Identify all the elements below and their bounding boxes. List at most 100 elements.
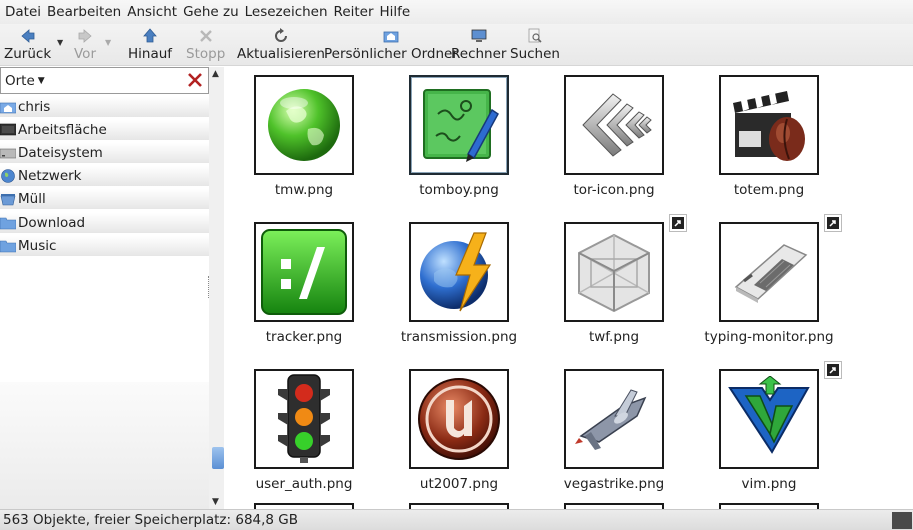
computer-button[interactable]: Rechner bbox=[451, 26, 506, 64]
desktop-icon bbox=[0, 123, 17, 137]
folder-icon bbox=[0, 239, 17, 253]
stop-button[interactable]: Stopp bbox=[186, 26, 225, 64]
tracker-icon bbox=[261, 229, 347, 315]
sidebar-item-label: Dateisystem bbox=[18, 145, 103, 161]
transmission-icon bbox=[420, 232, 492, 312]
home-folder-icon bbox=[383, 26, 399, 46]
file-item[interactable]: twf.png bbox=[539, 214, 689, 354]
file-item[interactable]: transmission.png bbox=[384, 214, 534, 354]
file-thumbnail bbox=[409, 222, 509, 322]
status-text: 563 Objekte, freier Speicherplatz: 684,8… bbox=[3, 512, 299, 528]
menu-bearbeiten[interactable]: Bearbeiten bbox=[44, 4, 124, 20]
scroll-down-arrow-icon[interactable]: ▼ bbox=[212, 497, 219, 507]
sidebar-item-download[interactable]: Download bbox=[0, 213, 209, 233]
spaceship-icon bbox=[575, 389, 647, 450]
file-thumbnail bbox=[719, 222, 819, 322]
reload-icon bbox=[273, 26, 289, 46]
file-item[interactable]: tor-icon.png bbox=[539, 67, 689, 207]
home-folder-icon bbox=[0, 100, 17, 114]
menu-gehe-zu[interactable]: Gehe zu bbox=[180, 4, 242, 20]
file-name: vim.png bbox=[741, 476, 797, 492]
file-name: transmission.png bbox=[400, 329, 518, 345]
search-icon bbox=[527, 26, 543, 46]
vim-icon bbox=[728, 376, 810, 454]
file-thumbnail bbox=[409, 75, 509, 175]
back-button[interactable]: Zurück bbox=[4, 26, 51, 64]
file-item[interactable]: typing-monitor.png bbox=[694, 214, 844, 354]
forward-arrow-icon bbox=[77, 26, 93, 46]
reload-button[interactable]: Aktualisieren bbox=[237, 26, 325, 64]
sidebar-item-network[interactable]: Netzwerk bbox=[0, 166, 209, 186]
file-name: twf.png bbox=[588, 329, 640, 345]
file-name: ut2007.png bbox=[419, 476, 499, 492]
sidebar-item-filesystem[interactable]: Dateisystem bbox=[0, 143, 209, 163]
file-name: typing-monitor.png bbox=[704, 329, 834, 345]
places-dropdown-label: Orte bbox=[5, 72, 35, 89]
file-thumbnail bbox=[254, 222, 354, 322]
traffic-light-icon bbox=[278, 374, 330, 463]
up-arrow-icon bbox=[142, 26, 158, 46]
unreal-icon bbox=[418, 378, 500, 460]
file-thumbnail bbox=[564, 222, 664, 322]
back-arrow-icon bbox=[20, 26, 36, 46]
symlink-badge-icon bbox=[669, 214, 687, 232]
file-item[interactable]: vim.png bbox=[694, 361, 844, 501]
menu-datei[interactable]: Datei bbox=[2, 4, 44, 20]
home-folder-button[interactable]: Persönlicher Ordner bbox=[324, 26, 458, 64]
file-item[interactable]: user_auth.png bbox=[229, 361, 379, 501]
file-name: tomboy.png bbox=[419, 182, 499, 198]
scroll-up-arrow-icon[interactable]: ▲ bbox=[212, 69, 219, 79]
sidebar-item-label: chris bbox=[18, 99, 51, 115]
chevron-down-icon: ▼ bbox=[37, 75, 45, 86]
back-history-dropdown-icon[interactable]: ▼ bbox=[57, 38, 63, 47]
clapperboard-icon bbox=[733, 91, 805, 161]
toolbar: Zurück ▼ Vor ▼ Hinauf Stopp Aktualisiere… bbox=[0, 24, 913, 66]
sidebar-item-music[interactable]: Music bbox=[0, 236, 209, 256]
sidebar-item-label: Netzwerk bbox=[18, 168, 82, 184]
file-thumbnail bbox=[719, 75, 819, 175]
sidebar-item-chris[interactable]: chris bbox=[0, 97, 209, 117]
search-button[interactable]: Suchen bbox=[510, 26, 560, 64]
file-item[interactable]: totem.png bbox=[694, 67, 844, 207]
file-name: tmw.png bbox=[274, 182, 334, 198]
file-item[interactable]: tmw.png bbox=[229, 67, 379, 207]
close-sidebar-icon[interactable] bbox=[186, 71, 204, 89]
sidebar-item-desktop[interactable]: Arbeitsfläche bbox=[0, 120, 209, 140]
sidebar-item-label: Music bbox=[18, 238, 57, 254]
sidebar-item-label: Arbeitsfläche bbox=[18, 122, 107, 138]
keyboard-icon bbox=[734, 244, 808, 303]
forward-button[interactable]: Vor bbox=[74, 26, 96, 64]
file-thumbnail bbox=[564, 369, 664, 469]
menu-bar: Datei Bearbeiten Ansicht Gehe zu Lesezei… bbox=[0, 0, 913, 24]
folder-icon bbox=[0, 216, 17, 230]
places-dropdown[interactable]: Orte ▼ bbox=[0, 67, 209, 94]
menu-reiter[interactable]: Reiter bbox=[331, 4, 377, 20]
file-item[interactable]: ut2007.png bbox=[384, 361, 534, 501]
chevrons-icon bbox=[582, 93, 652, 157]
up-button[interactable]: Hinauf bbox=[128, 26, 172, 64]
file-thumbnail bbox=[254, 369, 354, 469]
sidebar-places: Orte ▼ chris Arbeitsfläche Dateisystem N… bbox=[0, 67, 209, 509]
window-resize-grip[interactable] bbox=[892, 512, 912, 529]
file-item[interactable]: tracker.png bbox=[229, 214, 379, 354]
scrollbar-thumb[interactable] bbox=[212, 447, 224, 469]
sidebar-item-trash[interactable]: Müll bbox=[0, 189, 209, 209]
status-bar: 563 Objekte, freier Speicherplatz: 684,8… bbox=[0, 509, 913, 530]
file-thumbnail bbox=[564, 75, 664, 175]
menu-lesezeichen[interactable]: Lesezeichen bbox=[242, 4, 331, 20]
menu-ansicht[interactable]: Ansicht bbox=[124, 4, 180, 20]
symlink-badge-icon bbox=[824, 361, 842, 379]
file-thumbnail bbox=[719, 369, 819, 469]
file-name: tor-icon.png bbox=[573, 182, 655, 198]
file-item[interactable]: tomboy.png bbox=[384, 67, 534, 207]
file-name: tracker.png bbox=[265, 329, 343, 345]
forward-history-dropdown-icon[interactable]: ▼ bbox=[105, 38, 111, 47]
sidebar-scrollbar[interactable]: ▲ ▼ bbox=[209, 67, 224, 509]
file-item[interactable]: vegastrike.png bbox=[539, 361, 689, 501]
stop-x-icon bbox=[199, 26, 213, 46]
sidebar-item-label: Müll bbox=[18, 191, 46, 207]
menu-hilfe[interactable]: Hilfe bbox=[377, 4, 414, 20]
symlink-badge-icon bbox=[824, 214, 842, 232]
file-name: vegastrike.png bbox=[563, 476, 665, 492]
trash-icon bbox=[0, 192, 16, 206]
